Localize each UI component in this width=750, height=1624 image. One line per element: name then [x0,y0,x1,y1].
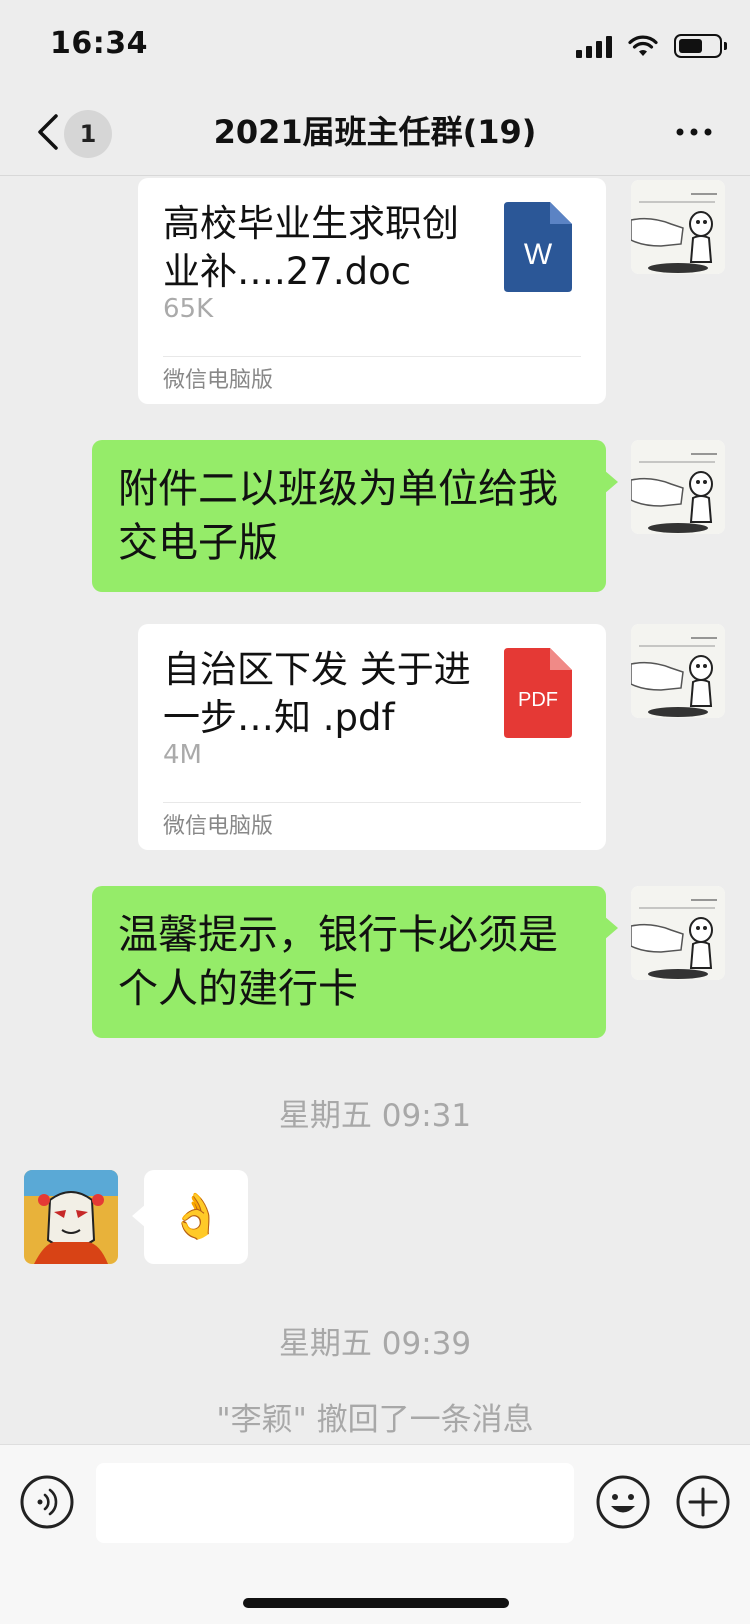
wifi-icon [628,35,658,56]
file-message-card[interactable]: 自治区下发 关于进一步…知 .pdf 4M 微信电脑版 PDF [138,624,606,850]
message-text-field[interactable] [96,1463,574,1543]
avatar[interactable] [631,180,725,274]
self-avatar-image [631,624,725,718]
file-source-label: 微信电脑版 [163,814,274,839]
word-document-icon: W [504,202,572,292]
incoming-emoji-bubble[interactable]: 👌 [132,1170,248,1264]
bubble-tail [132,1204,146,1228]
self-avatar-image [631,180,725,274]
chat-header: 1 2021届班主任群(19) [0,88,750,176]
status-icons [576,32,727,60]
recalled-message-note: "李颖" 撤回了一条消息 [216,1402,534,1438]
file-source-label: 微信电脑版 [163,368,274,393]
bubble-tail [604,916,618,940]
cellular-signal-icon [576,34,612,58]
divider [163,356,581,357]
message-text: 温馨提示，银行卡必须是个人的建行卡 [118,912,558,1012]
avatar[interactable] [24,1170,118,1264]
message-text: 附件二以班级为单位给我交电子版 [118,466,558,566]
file-name: 自治区下发 关于进一步…知 .pdf [163,648,471,739]
outgoing-text-bubble[interactable]: 附件二以班级为单位给我交电子版 [92,440,618,592]
avatar[interactable] [631,624,725,718]
status-time: 16:34 [50,26,148,61]
file-name: 高校毕业生求职创业补….27.doc [163,202,459,293]
file-message-card[interactable]: 高校毕业生求职创业补….27.doc 65K 微信电脑版 W [138,178,606,404]
emoji-icon[interactable] [596,1475,650,1529]
avatar[interactable] [631,886,725,980]
timestamp-divider: 星期五 09:31 [278,1098,472,1134]
avatar[interactable] [631,440,725,534]
timestamp-divider: 星期五 09:39 [278,1326,472,1362]
file-type-label: W [524,238,553,271]
plus-icon[interactable] [676,1475,730,1529]
voice-input-icon[interactable] [20,1475,74,1529]
message-input-bar [0,1444,750,1624]
self-avatar-image [631,886,725,980]
chat-title: 2021届班主任群(19) [213,113,537,151]
battery-icon [674,34,727,58]
ok-hand-emoji: 👌 [168,1191,224,1242]
file-size: 4M [163,740,202,770]
outgoing-text-bubble[interactable]: 温馨提示，银行卡必须是个人的建行卡 [92,886,618,1038]
status-bar: 16:34 [0,0,750,88]
file-size: 65K [163,294,214,324]
self-avatar-image [631,440,725,534]
divider [163,802,581,803]
home-indicator [243,1598,509,1608]
file-type-label: PDF [518,689,558,711]
more-options-icon[interactable] [674,118,714,146]
pdf-document-icon: PDF [504,648,572,738]
bubble-tail [604,470,618,494]
unread-count-badge[interactable]: 1 [64,110,112,158]
contact-avatar-image [24,1170,118,1264]
